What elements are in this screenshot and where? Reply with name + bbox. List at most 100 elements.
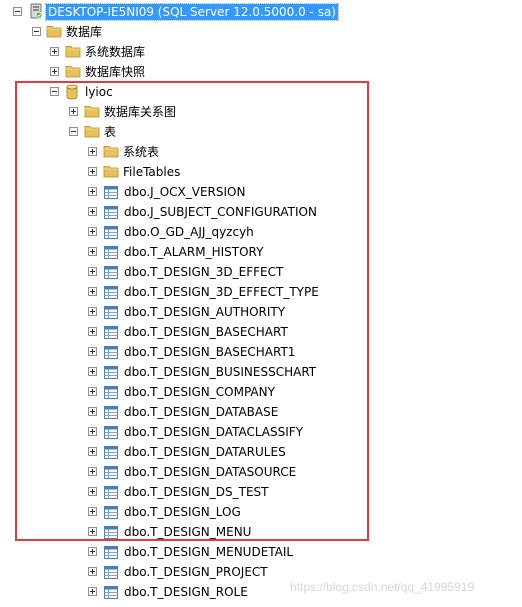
folder-icon [65,64,81,81]
table-row[interactable]: dbo.T_DESIGN_AUTHORITY [0,302,522,322]
table-icon [104,546,118,562]
expand-icon[interactable] [88,507,97,516]
tables-folder-label[interactable]: 表 [104,124,116,140]
database-snapshots-label[interactable]: 数据库快照 [85,64,145,80]
collapse-icon[interactable] [69,127,78,136]
filetables-label[interactable]: FileTables [123,164,180,180]
table-row[interactable]: dbo.T_DESIGN_3D_EFFECT [0,262,522,282]
expand-icon[interactable] [88,407,97,416]
expand-icon[interactable] [88,427,97,436]
table-label[interactable]: dbo.T_ALARM_HISTORY [124,244,263,260]
table-row[interactable]: dbo.T_DESIGN_DATARULES [0,442,522,462]
table-icon [104,366,118,382]
expand-icon[interactable] [88,287,97,296]
expand-icon[interactable] [50,67,59,76]
table-label[interactable]: dbo.T_DESIGN_DATARULES [124,444,286,460]
expand-icon[interactable] [88,467,97,476]
expand-icon[interactable] [69,107,78,116]
table-icon [104,526,118,542]
table-label[interactable]: dbo.T_DESIGN_DATACLASSIFY [124,424,303,440]
table-label[interactable]: dbo.T_DESIGN_AUTHORITY [124,304,285,320]
table-row[interactable]: dbo.T_DESIGN_DATACLASSIFY [0,422,522,442]
tree-node-databases[interactable]: 数据库 [0,22,522,42]
table-row[interactable]: dbo.T_DESIGN_DS_TEST [0,482,522,502]
expand-icon[interactable] [88,447,97,456]
expand-icon[interactable] [88,587,97,596]
table-label[interactable]: dbo.T_DESIGN_3D_EFFECT [124,264,283,280]
expand-icon[interactable] [88,207,97,216]
table-label[interactable]: dbo.T_DESIGN_DS_TEST [124,484,268,500]
expand-icon[interactable] [88,567,97,576]
table-label[interactable]: dbo.J_SUBJECT_CONFIGURATION [124,204,317,220]
expand-icon[interactable] [88,547,97,556]
table-row[interactable]: dbo.J_OCX_VERSION [0,182,522,202]
table-label[interactable]: dbo.T_DESIGN_BASECHART1 [124,344,295,360]
expand-icon[interactable] [88,147,97,156]
table-label[interactable]: dbo.T_DESIGN_LOG [124,504,241,520]
table-label[interactable]: dbo.O_GD_AJJ_qyzcyh [124,224,254,240]
diagrams-folder-label[interactable]: 数据库关系图 [104,104,176,120]
table-label[interactable]: dbo.T_DESIGN_MENUDETAIL [124,544,293,560]
table-row[interactable]: dbo.T_DESIGN_PROJECT [0,562,522,582]
table-label[interactable]: dbo.J_OCX_VERSION [124,184,245,200]
table-label[interactable]: dbo.T_DESIGN_BUSINESSCHART [124,364,316,380]
expand-icon[interactable] [88,227,97,236]
table-row[interactable]: dbo.T_DESIGN_BASECHART [0,322,522,342]
tree-node-database-lyioc[interactable]: lyioc [0,82,522,102]
table-row[interactable]: dbo.T_DESIGN_DATASOURCE [0,462,522,482]
table-row[interactable]: dbo.J_SUBJECT_CONFIGURATION [0,202,522,222]
tree-node-system-tables[interactable]: 系统表 [0,142,522,162]
databases-folder-label[interactable]: 数据库 [66,24,102,40]
table-label[interactable]: dbo.T_DESIGN_BASECHART [124,324,288,340]
collapse-icon[interactable] [13,7,22,16]
expand-icon[interactable] [88,327,97,336]
table-icon [104,466,118,482]
expand-icon[interactable] [88,367,97,376]
table-icon [104,306,118,322]
table-label[interactable]: dbo.T_DESIGN_3D_EFFECT_TYPE [124,284,319,300]
expand-icon[interactable] [88,347,97,356]
expand-icon[interactable] [88,187,97,196]
system-tables-label[interactable]: 系统表 [123,144,159,160]
table-row[interactable]: dbo.T_DESIGN_COMPANY [0,382,522,402]
table-label[interactable]: dbo.T_DESIGN_DATASOURCE [124,464,296,480]
expand-icon[interactable] [88,267,97,276]
expand-icon[interactable] [88,247,97,256]
expand-icon[interactable] [88,487,97,496]
table-row[interactable]: dbo.T_DESIGN_MENU [0,522,522,542]
tree-node-server[interactable]: DESKTOP-IE5NI09 (SQL Server 12.0.5000.0 … [0,2,522,22]
tree-node-database-snapshots[interactable]: 数据库快照 [0,62,522,82]
expand-icon[interactable] [50,47,59,56]
table-icon [104,406,118,422]
server-label[interactable]: DESKTOP-IE5NI09 (SQL Server 12.0.5000.0 … [45,3,339,21]
table-row[interactable]: dbo.T_DESIGN_DATABASE [0,402,522,422]
collapse-icon[interactable] [32,27,41,36]
tree-node-tables[interactable]: 表 [0,122,522,142]
expand-icon[interactable] [88,167,97,176]
folder-icon [84,124,100,141]
table-label[interactable]: dbo.T_DESIGN_ROLE [124,584,248,600]
expand-icon[interactable] [88,387,97,396]
system-databases-label[interactable]: 系统数据库 [85,44,145,60]
table-label[interactable]: dbo.T_DESIGN_COMPANY [124,384,275,400]
table-label[interactable]: dbo.T_DESIGN_DATABASE [124,404,278,420]
expand-icon[interactable] [88,527,97,536]
tree-node-system-databases[interactable]: 系统数据库 [0,42,522,62]
table-label[interactable]: dbo.T_DESIGN_MENU [124,524,251,540]
table-row[interactable]: dbo.T_DESIGN_BUSINESSCHART [0,362,522,382]
object-explorer-tree: DESKTOP-IE5NI09 (SQL Server 12.0.5000.0 … [0,0,522,607]
expand-icon[interactable] [88,307,97,316]
table-icon [104,426,118,442]
table-row[interactable]: dbo.T_DESIGN_3D_EFFECT_TYPE [0,282,522,302]
table-row[interactable]: dbo.T_DESIGN_BASECHART1 [0,342,522,362]
table-row[interactable]: dbo.O_GD_AJJ_qyzcyh [0,222,522,242]
tree-node-diagrams[interactable]: 数据库关系图 [0,102,522,122]
table-row[interactable]: dbo.T_DESIGN_MENUDETAIL [0,542,522,562]
table-row[interactable]: dbo.T_DESIGN_LOG [0,502,522,522]
tree-node-filetables[interactable]: FileTables [0,162,522,182]
database-label[interactable]: lyioc [85,84,113,100]
table-label[interactable]: dbo.T_DESIGN_PROJECT [124,564,268,580]
table-icon [104,566,118,582]
collapse-icon[interactable] [50,87,59,96]
table-row[interactable]: dbo.T_ALARM_HISTORY [0,242,522,262]
